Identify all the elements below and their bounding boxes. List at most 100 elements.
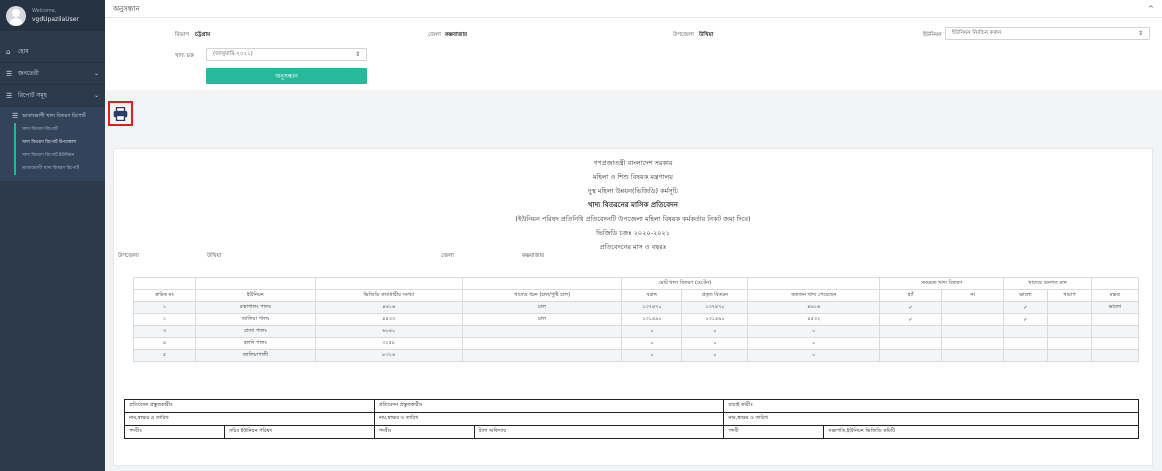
report-line: ভিজিডি চক্রঃ ২০২০-২০২১ [596,229,670,237]
table-cell: ৪৬১৬ [314,301,463,314]
table-cell [879,349,943,362]
sidebar-item-label: রিপোর্ট সমূহ [18,92,47,99]
column-header: ভিজিডি কার্ডধারীর সংখ্যা [314,289,463,302]
report-header: গণপ্রজাতন্ত্রী বাংলাদেশ সরকার মহিলা ও শি… [114,149,1152,254]
print-button[interactable] [108,101,133,126]
table-cell [1046,313,1092,326]
table-cell [1090,325,1140,338]
table-cell [1090,349,1140,362]
table-cell [941,349,1005,362]
district-label: জেলা [428,32,441,38]
check-icon: ✓ [1003,301,1048,314]
table-cell: চাল [461,301,623,314]
report-line: গণপ্রজাতন্ত্রী বাংলাদেশ সরকার [593,159,673,167]
table-cell: হলদি পালং [194,337,316,350]
table-cell [941,325,1005,338]
distribution-table: মোট খাদ্য বিতরণ (মে:টন) সময়মত খাদ্য বিত… [133,277,1140,362]
table-cell [461,325,623,338]
division-value: চট্টগ্রাম [195,32,211,38]
table-cell: ৪৫৩৩ [314,313,463,326]
column-header: ক্রমিক নং [133,289,196,302]
table-cell [941,337,1005,350]
table-cell [1003,337,1048,350]
table-cell [879,337,943,350]
table-cell [1090,313,1140,326]
cycle-select[interactable]: (জানুয়ারি-২০২১) ⇕ [206,48,367,61]
signature-cell: ট্যাগ অফিসার [473,425,725,439]
signature-cell: প্রতিবেদন প্রস্তুতকারীঃ [124,399,375,413]
home-icon: ⌂ [6,47,11,56]
table-cell: রাজা পালং [194,325,316,338]
table-row: ৩ রাজা পালং ৬০৪০ ০ ০ ০ [133,325,1140,338]
signature-cell: পদবীঃ [373,425,475,439]
printer-icon [113,106,128,121]
chevron-down-icon: ⇕ [1137,30,1143,37]
column-header: প্রকৃত বিতরন [681,289,749,302]
report-line: প্রতিবেদনের মাস ও বছরঃ [599,243,667,251]
table-cell [1046,301,1092,314]
report-document: গণপ্রজাতন্ত্রী বাংলাদেশ সরকার মহিলা ও শি… [113,148,1153,466]
table-cell [941,313,1005,326]
column-header: কতজন খাদ্য পেয়েছেন [747,289,881,302]
report-title: খাদ্য বিতরনের মাসিক প্রতিবেদন [588,201,678,209]
table-cell: ০ [747,325,881,338]
column-header: হ্যাঁ [879,289,943,302]
user-panel: Welcome, vgdUpazilaUser [0,0,105,31]
table-cell: ৫ [133,349,196,362]
table-cell: ০ [747,337,881,350]
cycle-label: খাদ্য চক্র [175,53,195,59]
list-icon: ☰ [6,91,13,100]
sidebar-item-home[interactable]: ⌂ হোম [0,41,105,63]
table-cell [1003,325,1048,338]
table-cell [1046,349,1092,362]
check-icon: ✓ [1003,313,1048,326]
signature-cell: সচিব ইউনিয়ন পরিষদ [223,425,375,439]
sidebar-item-reports[interactable]: ☰ রিপোর্ট সমূহ ⌄ [0,85,105,107]
sidebar-item-label: হোম [18,48,29,55]
district-value: কক্সবাজার [445,32,468,38]
submenu-item[interactable]: খাদ্য বিতরণ রিপোর্ট উপজেলা [16,136,105,149]
table-cell [879,325,943,338]
report-district-value: কক্সবাজার [522,253,545,259]
submenu-item[interactable]: খাদ্য বিতরণ রিপোর্ট ইউনিয়ন [16,149,105,162]
report-line: দুস্থ মহিলা উন্নয়ন(ভিজিডি) কর্মসূচি [588,187,678,195]
table-cell: জালিয়াপালী [194,349,316,362]
report-line: মহিলা ও শিশু বিষয়ক মন্ত্রণালয় [592,173,673,181]
table-cell: ১৩৭৪৭০ [621,301,683,314]
union-select[interactable]: ইউনিয়ন নির্বাচন করুন ⇕ [945,27,1150,40]
column-header: মন্তব্য [1090,289,1140,302]
welcome-text: Welcome, [32,8,57,14]
sidebar-item-inventory[interactable]: ☰ জনতেরী ⌄ [0,63,105,85]
list-icon: ☰ [6,69,13,78]
signature-cell: নাম,স্বাক্ষর ও তারিখ [723,412,1139,426]
table-cell: ৪৬১৬ [747,301,881,314]
table-cell: ৩ [133,325,196,338]
collapse-icon[interactable]: ^ [1148,5,1154,13]
list-icon: ☰ [12,112,19,120]
table-cell: জালিয়া পালং [194,313,316,326]
chevron-down-icon: ⌄ [93,70,99,77]
submenu-item[interactable]: খাদ্য বিতরণ রিপোর্ট [16,123,105,136]
signature-cell: নাম,স্বাক্ষর ও তারিখ [124,412,375,426]
username: vgdUpazilaUser [32,16,79,23]
sidebar: Welcome, vgdUpazilaUser ⌂ হোম ☰ জনতেরী ⌄… [0,0,105,471]
signature-cell: প্রতিবেদন প্রস্তুতকারীঃ [373,399,725,413]
search-button[interactable]: অনুসন্ধান [206,68,367,84]
table-cell: ০ [681,325,749,338]
submenu-item[interactable]: ভাতাভোগী খাদ্য বিতরণ রিপোর্ট [16,162,105,175]
column-header: খারাপ [1046,289,1092,302]
table-cell [1003,349,1048,362]
upazila-label: উপজেলা [673,32,694,38]
union-label: ইউনিয়ন [923,32,942,38]
table-cell: ১৩১৪৯০ [681,313,749,326]
submenu-title[interactable]: ☰ ভাতাভোগী খাদ্য বিতরণ রিপোর্ট [0,109,105,123]
report-district-label: জেলা [441,253,454,259]
table-cell [1046,325,1092,338]
table-cell: ০ [621,325,683,338]
signature-table: প্রতিবেদন প্রস্তুতকারীঃ প্রতিবেদন প্রস্ত… [124,399,1139,439]
column-header: ভালো [1003,289,1048,302]
table-cell: রত্নাপালং পালং [194,301,316,314]
table-cell: ০ [621,349,683,362]
table-row: ১ রত্নাপালং পালং ৪৬১৬ চাল ১৩৭৪৭০ ১৩৭৪৭০ … [133,301,1140,314]
report-upazila-value: উখিয়া [207,253,222,259]
